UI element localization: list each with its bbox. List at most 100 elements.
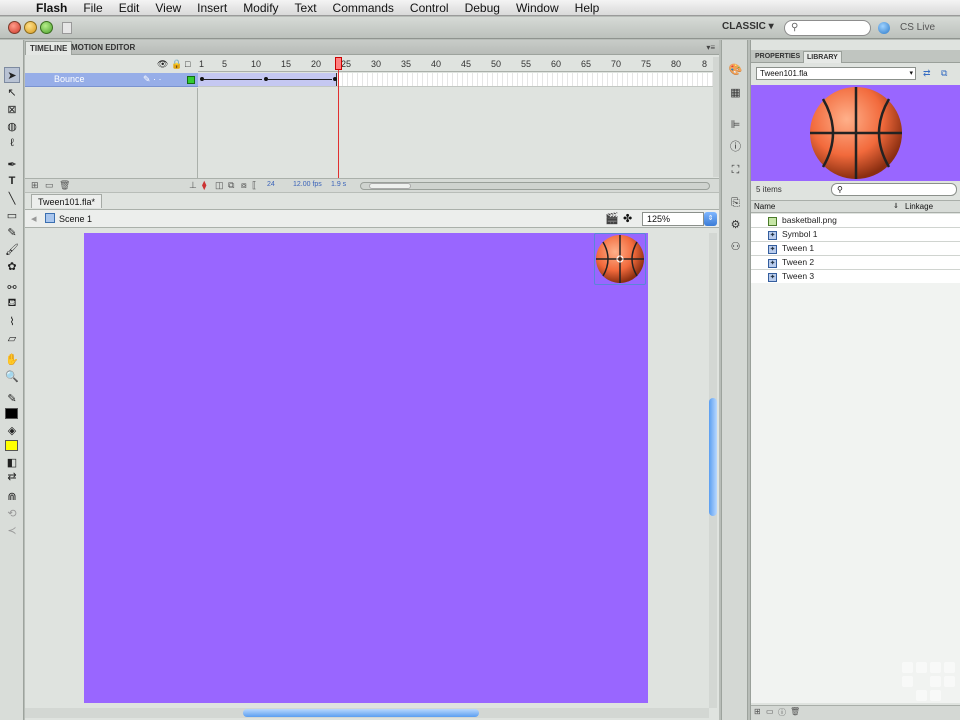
menu-control[interactable]: Control xyxy=(402,0,457,16)
pin-library-icon[interactable]: ⇄ xyxy=(923,68,931,79)
stage-horizontal-scrollbar[interactable] xyxy=(25,708,709,718)
new-symbol-icon[interactable]: ⊞ xyxy=(754,707,761,716)
menu-text[interactable]: Text xyxy=(287,0,325,16)
brush-tool-icon[interactable]: 🖌 xyxy=(4,241,20,257)
menu-file[interactable]: File xyxy=(75,0,110,16)
selection-tool-icon[interactable]: ➤ xyxy=(4,67,20,83)
frame-view-icon[interactable]: ⟦ xyxy=(252,180,256,191)
layer-outline-color[interactable] xyxy=(187,76,195,84)
align-panel-icon[interactable]: ⊫ xyxy=(728,118,743,133)
keyframe[interactable] xyxy=(333,77,337,81)
tab-properties[interactable]: PROPERTIES xyxy=(752,51,803,63)
line-tool-icon[interactable]: ╲ xyxy=(4,190,20,206)
scroll-thumb[interactable] xyxy=(243,709,479,717)
transform-panel-icon[interactable]: ⛶ xyxy=(728,163,743,178)
swap-colors-icon[interactable]: ⇄ xyxy=(4,468,20,484)
components-panel-icon[interactable]: ⚙ xyxy=(728,218,743,233)
motion-presets-icon[interactable]: ⚇ xyxy=(728,240,743,255)
tab-timeline[interactable]: TIMELINE xyxy=(25,41,73,55)
new-library-panel-icon[interactable]: ⧉ xyxy=(941,68,947,79)
onion-markers-icon[interactable]: ⧇ xyxy=(241,180,247,191)
center-frame-icon[interactable]: ⊥ xyxy=(189,180,197,191)
library-document-select[interactable]: Tween101.fla ▾ xyxy=(756,67,916,80)
layer-name[interactable]: Bounce xyxy=(54,74,85,84)
swatches-panel-icon[interactable]: ▦ xyxy=(728,86,743,101)
menu-modify[interactable]: Modify xyxy=(235,0,286,16)
timeline-vertical-scrollbar[interactable] xyxy=(713,57,719,177)
list-item[interactable]: ✦ Symbol 1 xyxy=(751,228,960,242)
outline-all-icon[interactable]: □ xyxy=(185,59,190,69)
properties-icon[interactable]: ⓘ xyxy=(778,707,786,718)
snap-to-objects-icon[interactable]: ⋒ xyxy=(4,488,20,504)
menu-insert[interactable]: Insert xyxy=(189,0,235,16)
close-window-button[interactable] xyxy=(8,21,21,34)
hand-tool-icon[interactable]: ✋ xyxy=(4,351,20,367)
classic-tween-span[interactable] xyxy=(198,73,337,86)
document-tab[interactable]: Tween101.fla* xyxy=(31,194,103,208)
eraser-tool-icon[interactable]: ▱ xyxy=(4,330,20,346)
cs-live-icon[interactable] xyxy=(878,22,890,34)
menu-commands[interactable]: Commands xyxy=(325,0,402,16)
zoom-level-field[interactable]: 125% xyxy=(642,212,704,226)
straighten-icon[interactable]: ≺ xyxy=(4,522,20,538)
new-folder-icon[interactable]: ▭ xyxy=(766,707,774,716)
workspace-switcher[interactable]: CLASSIC ▾ xyxy=(722,21,774,32)
deco-tool-icon[interactable]: ✿ xyxy=(4,258,20,274)
code-snippets-icon[interactable]: ⎘ xyxy=(728,196,743,211)
cs-live-label[interactable]: CS Live xyxy=(900,22,935,33)
back-arrow-icon[interactable]: ◂ xyxy=(31,212,37,225)
edit-scene-icon[interactable]: 🎬 xyxy=(605,212,619,225)
onion-outlines-icon[interactable]: ◫ xyxy=(215,180,224,191)
menu-view[interactable]: View xyxy=(147,0,189,16)
sort-arrow-icon[interactable]: ⇓ xyxy=(893,202,899,210)
lasso-tool-icon[interactable]: ℓ xyxy=(4,135,20,151)
help-search-input[interactable]: ⚲ xyxy=(784,20,871,36)
menu-window[interactable]: Window xyxy=(508,0,567,16)
stroke-color-swatch[interactable] xyxy=(5,408,18,419)
panel-menu-icon[interactable]: ▾≡ xyxy=(706,43,715,52)
column-name[interactable]: Name xyxy=(754,202,775,211)
playhead[interactable] xyxy=(335,57,342,70)
text-tool-icon[interactable]: T xyxy=(4,173,20,189)
column-linkage[interactable]: Linkage xyxy=(905,202,933,211)
color-panel-icon[interactable]: 🎨 xyxy=(728,63,743,78)
fill-color-icon[interactable]: ◈ xyxy=(4,422,20,438)
frames-row[interactable] xyxy=(198,73,713,87)
list-item[interactable]: ✦ Tween 1 xyxy=(751,242,960,256)
eyedropper-tool-icon[interactable]: ⌇ xyxy=(4,313,20,329)
frame-ruler[interactable]: 1 5 10 15 20 25 30 35 40 45 50 55 60 65 … xyxy=(198,57,713,72)
new-layer-icon[interactable]: ⊞ xyxy=(31,180,39,191)
rectangle-tool-icon[interactable]: ▭ xyxy=(4,207,20,223)
smooth-icon[interactable]: ⟲ xyxy=(4,505,20,521)
zoom-tool-icon[interactable]: 🔍 xyxy=(4,368,20,384)
frame-rate-readout[interactable]: 12.00 fps xyxy=(293,181,322,188)
subselection-tool-icon[interactable]: ↖ xyxy=(4,84,20,100)
delete-icon[interactable]: 🗑 xyxy=(790,707,800,716)
new-folder-icon[interactable]: ▭ xyxy=(45,180,54,191)
onion-skin-icon[interactable]: ⧫ xyxy=(202,180,206,191)
pencil-tool-icon[interactable]: ✎ xyxy=(4,224,20,240)
pen-tool-icon[interactable]: ✒ xyxy=(4,156,20,172)
minimize-window-button[interactable] xyxy=(24,21,37,34)
scroll-thumb[interactable] xyxy=(709,398,717,516)
list-item[interactable]: ✦ Tween 2 xyxy=(751,256,960,270)
paint-bucket-tool-icon[interactable]: ⛾ xyxy=(4,296,20,312)
stage-vertical-scrollbar[interactable] xyxy=(709,233,717,708)
tab-motion-editor[interactable]: MOTION EDITOR xyxy=(67,41,139,55)
menu-debug[interactable]: Debug xyxy=(457,0,508,16)
menu-app-flash[interactable]: Flash xyxy=(28,0,75,16)
3d-rotation-tool-icon[interactable]: ◍ xyxy=(4,118,20,134)
edit-multiple-frames-icon[interactable]: ⧉ xyxy=(228,180,234,191)
stage-canvas[interactable] xyxy=(84,233,648,703)
lock-all-icon[interactable]: 🔒 xyxy=(171,59,182,70)
delete-layer-icon[interactable]: 🗑 xyxy=(59,180,70,191)
list-item[interactable]: ✦ Tween 3 xyxy=(751,270,960,284)
info-panel-icon[interactable]: ⓘ xyxy=(728,140,743,155)
scroll-thumb[interactable] xyxy=(369,183,411,189)
bone-tool-icon[interactable]: ⚯ xyxy=(4,279,20,295)
zoom-dropdown-button[interactable]: ⇕ xyxy=(704,212,717,226)
scene-breadcrumb[interactable]: Scene 1 xyxy=(59,214,92,224)
fill-color-swatch[interactable] xyxy=(5,440,18,451)
current-frame-readout[interactable]: 24 xyxy=(267,181,275,188)
free-transform-tool-icon[interactable]: ⊠ xyxy=(4,101,20,117)
